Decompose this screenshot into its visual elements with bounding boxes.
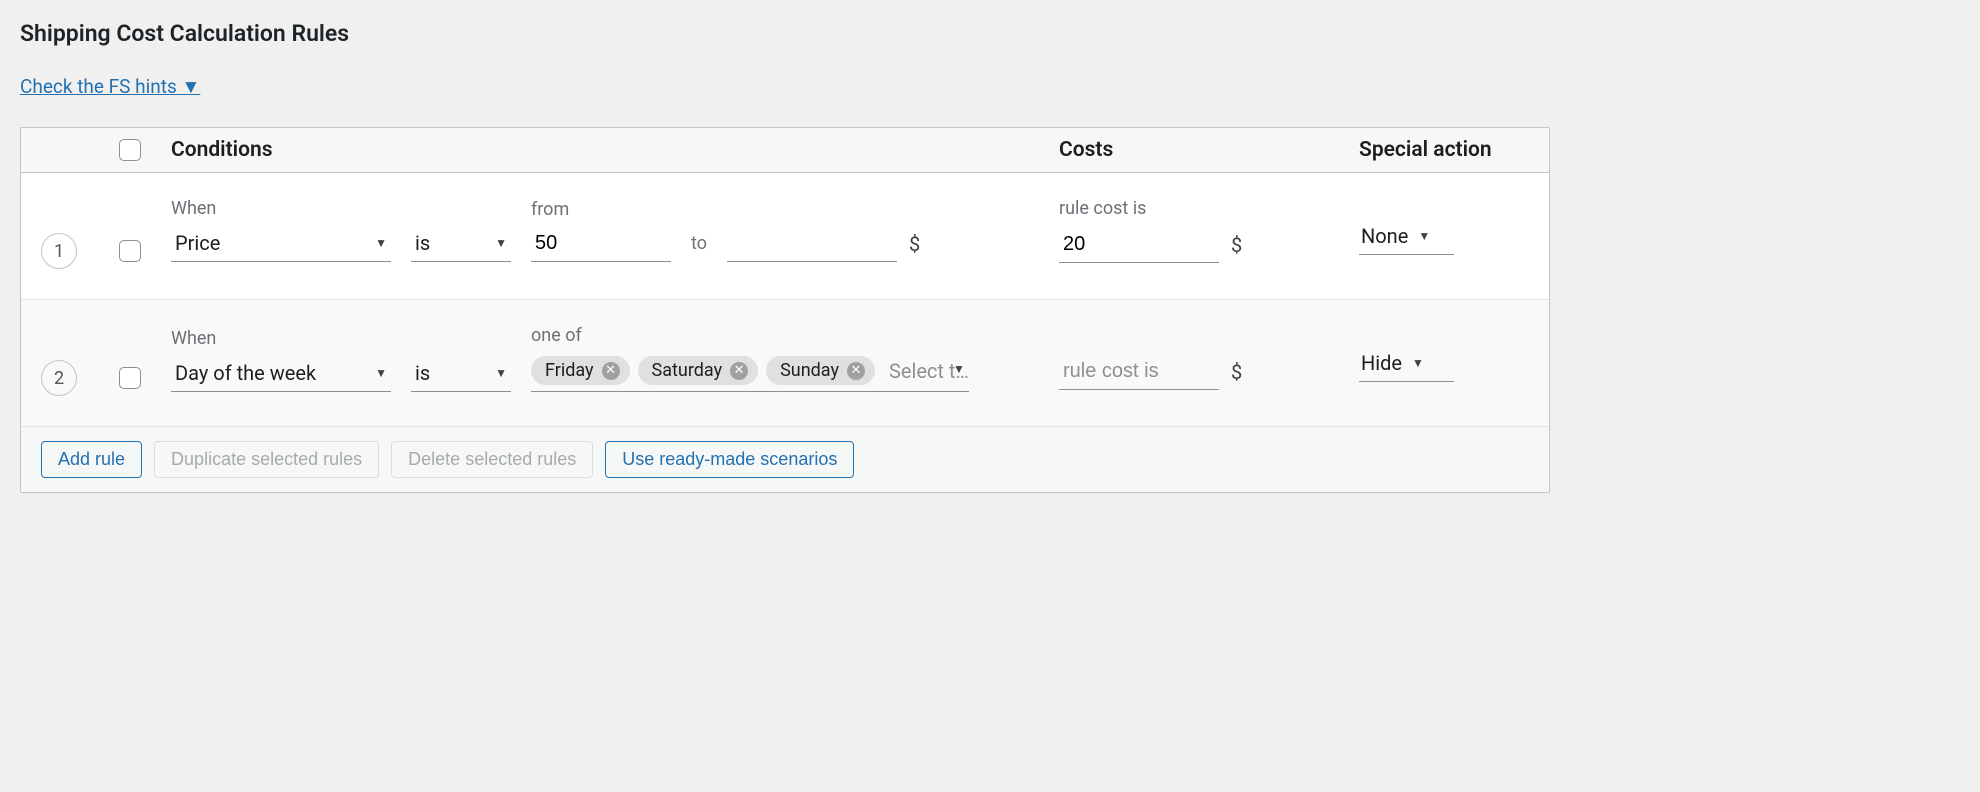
special-action-select[interactable]: None ▼	[1359, 220, 1454, 255]
table-header: Conditions Costs Special action	[21, 128, 1549, 173]
header-conditions: Conditions	[171, 138, 1059, 162]
tags-multiselect[interactable]: Friday✕ Saturday✕ Sunday✕ Select t… ▼	[531, 352, 969, 392]
when-label: When	[171, 328, 391, 349]
to-input[interactable]	[727, 226, 897, 262]
condition-type-select[interactable]: Day of the week ▼	[171, 355, 391, 392]
cost-input[interactable]	[1059, 354, 1219, 390]
operator-select[interactable]: is ▼	[411, 225, 511, 262]
header-costs: Costs	[1059, 138, 1359, 162]
add-rule-button[interactable]: Add rule	[41, 441, 142, 478]
condition-type-value: Price	[175, 231, 220, 255]
remove-tag-icon[interactable]: ✕	[730, 362, 748, 380]
page-title: Shipping Cost Calculation Rules	[20, 20, 1550, 47]
delete-rules-button[interactable]: Delete selected rules	[391, 441, 593, 478]
when-label: When	[171, 198, 391, 219]
tag-item: Saturday✕	[638, 356, 759, 385]
remove-tag-icon[interactable]: ✕	[602, 362, 620, 380]
to-label: to	[691, 233, 707, 262]
operator-value: is	[415, 361, 430, 385]
special-action-select[interactable]: Hide ▼	[1359, 347, 1454, 382]
rules-table: Conditions Costs Special action 1 When P…	[20, 127, 1550, 493]
rule-cost-label: rule cost is	[1059, 198, 1359, 219]
chevron-down-icon: ▼	[375, 366, 387, 380]
chevron-down-icon: ▼	[1418, 229, 1430, 243]
condition-type-select[interactable]: Price ▼	[171, 225, 391, 262]
currency-symbol: $	[1231, 233, 1242, 263]
header-action: Special action	[1359, 138, 1529, 162]
chevron-down-icon: ▼	[375, 236, 387, 250]
scenarios-button[interactable]: Use ready-made scenarios	[605, 441, 854, 478]
special-action-value: None	[1361, 224, 1408, 248]
table-footer: Add rule Duplicate selected rules Delete…	[21, 427, 1549, 492]
rule-number: 2	[41, 360, 77, 396]
chevron-down-icon: ▼	[495, 236, 507, 250]
rule-number: 1	[41, 233, 77, 269]
rule-row: 1 When Price ▼ is ▼	[21, 173, 1549, 300]
from-label: from	[531, 199, 671, 220]
one-of-label: one of	[531, 325, 969, 346]
operator-value: is	[415, 231, 430, 255]
chevron-down-icon: ▼	[953, 362, 965, 376]
rule-checkbox[interactable]	[119, 240, 141, 262]
chevron-down-icon: ▼	[1412, 356, 1424, 370]
rule-checkbox[interactable]	[119, 367, 141, 389]
cost-input[interactable]	[1059, 227, 1219, 263]
tag-item: Sunday✕	[766, 356, 875, 385]
currency-symbol: $	[909, 232, 920, 262]
currency-symbol: $	[1231, 360, 1242, 390]
duplicate-rules-button[interactable]: Duplicate selected rules	[154, 441, 379, 478]
hints-link[interactable]: Check the FS hints ▼	[20, 75, 200, 99]
from-input[interactable]	[531, 226, 671, 262]
tag-item: Friday✕	[531, 356, 630, 385]
special-action-value: Hide	[1361, 351, 1402, 375]
operator-select[interactable]: is ▼	[411, 355, 511, 392]
remove-tag-icon[interactable]: ✕	[847, 362, 865, 380]
condition-type-value: Day of the week	[175, 361, 316, 385]
select-all-checkbox[interactable]	[119, 139, 141, 161]
chevron-down-icon: ▼	[495, 366, 507, 380]
rule-row: 2 When Day of the week ▼ is ▼	[21, 300, 1549, 427]
